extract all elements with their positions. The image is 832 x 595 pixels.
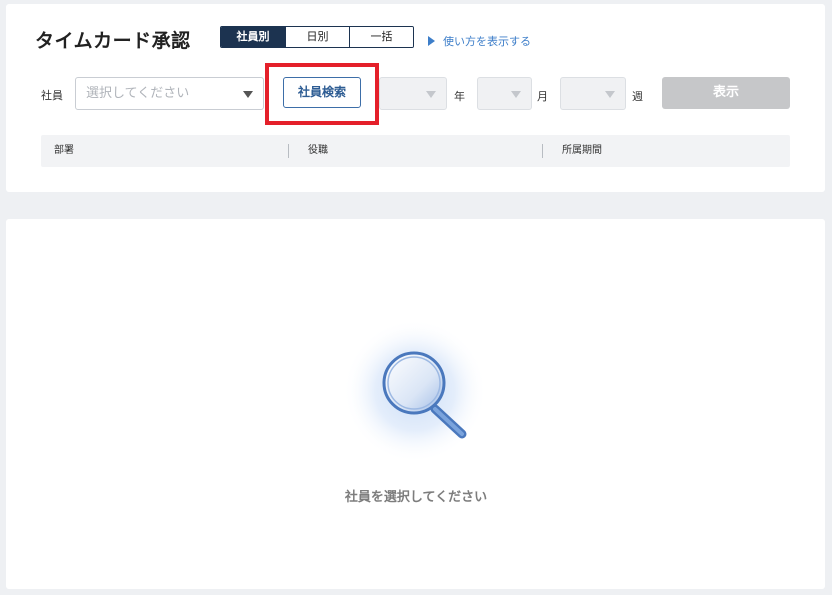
howto-label: 使い方を表示する <box>443 35 531 48</box>
show-button[interactable]: 表示 <box>662 77 790 109</box>
employee-search-button[interactable]: 社員検索 <box>283 77 361 108</box>
chevron-down-icon <box>511 91 521 98</box>
employee-label: 社員 <box>41 89 63 102</box>
employee-select[interactable]: 選択してください <box>75 77 264 110</box>
chevron-down-icon <box>426 91 436 98</box>
howto-link[interactable]: 使い方を表示する <box>428 33 531 49</box>
department-header: 部署 <box>54 145 74 156</box>
column-divider <box>542 144 543 158</box>
week-select[interactable] <box>560 77 626 110</box>
position-header: 役職 <box>308 145 328 156</box>
empty-state-message: 社員を選択してください <box>344 490 488 505</box>
column-divider <box>288 144 289 158</box>
play-icon <box>428 36 435 46</box>
month-select[interactable] <box>477 77 532 110</box>
page-title: タイムカード承認 <box>35 30 191 52</box>
period-header: 所属期間 <box>562 145 602 156</box>
magnifier-icon <box>343 319 487 463</box>
year-label: 年 <box>454 90 465 103</box>
employee-select-placeholder: 選択してください <box>86 86 190 101</box>
tab-by-employee[interactable]: 社員別 <box>221 27 285 47</box>
month-label: 月 <box>537 90 548 103</box>
chevron-down-icon <box>243 91 253 98</box>
week-label: 週 <box>632 90 643 103</box>
tab-by-day[interactable]: 日別 <box>285 27 349 47</box>
tab-bulk[interactable]: 一括 <box>349 27 413 47</box>
employee-info-bar: 部署 役職 所属期間 <box>41 135 790 167</box>
view-mode-tabs: 社員別 日別 一括 <box>220 26 414 48</box>
chevron-down-icon <box>605 91 615 98</box>
year-select[interactable] <box>379 77 447 110</box>
